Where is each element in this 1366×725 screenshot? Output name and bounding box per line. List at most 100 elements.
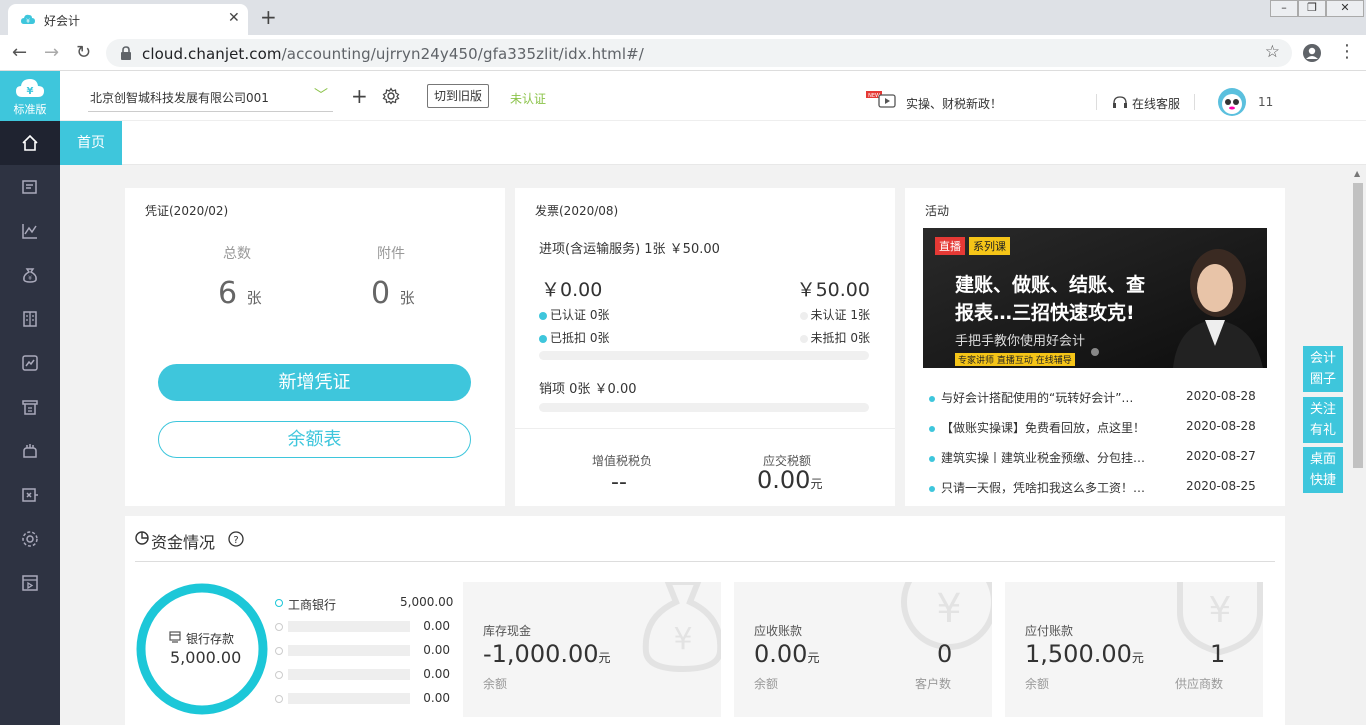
close-window-button[interactable]: ✕ — [1326, 0, 1364, 17]
activity-item[interactable]: 建筑实操丨建筑业税金预缴、分包挂… — [929, 449, 1145, 466]
customer-count: 0 — [937, 640, 953, 668]
sidebar-item-chart[interactable] — [0, 209, 60, 253]
total-label: 总数 — [223, 246, 251, 262]
edition-label: 标准版 — [13, 103, 47, 116]
browser-tab[interactable]: ¥ 好会计 ✕ — [8, 4, 248, 35]
tab-home[interactable]: 首页 — [60, 121, 122, 165]
cash-sub: 余额 — [483, 677, 508, 691]
cash-box[interactable]: ¥ 库存现金 -1,000.00元 余额 — [463, 582, 721, 717]
company-select[interactable]: 北京创智城科技发展有限公司001 — [90, 89, 269, 106]
activity-date: 2020-08-28 — [1186, 389, 1256, 403]
help-icon[interactable]: ? — [228, 531, 244, 547]
message-count[interactable]: 11 — [1258, 95, 1273, 109]
gear-icon[interactable] — [382, 87, 400, 105]
banner-line-1: 建账、做账、结账、查 — [955, 274, 1146, 296]
activity-banner[interactable]: 直播 系列课 建账、做账、结账、查 报表…三招快速攻克! 手把手教你使用好会计 … — [923, 228, 1267, 368]
pie-chart-icon — [135, 531, 149, 545]
activity-item[interactable]: 只请一天假，凭啥扣我这么多工资！… — [929, 479, 1145, 496]
receivable-box[interactable]: ¥ 应收账款 0.00元 余额 0 客户数 — [734, 582, 992, 717]
bookmark-star-icon[interactable]: ☆ — [1265, 42, 1280, 62]
sidebar-item-import[interactable] — [0, 473, 60, 517]
banner-tag-2: 系列课 — [969, 237, 1010, 255]
banner-line-2: 报表…三招快速攻克! — [955, 302, 1135, 324]
reload-icon[interactable]: ↻ — [76, 42, 91, 63]
divider — [515, 428, 895, 429]
bank-value: 0.00 — [423, 643, 450, 657]
url-field[interactable]: cloud.chanjet.com/accounting/ujrryn24y45… — [106, 39, 1292, 67]
add-company-icon[interactable]: + — [351, 84, 368, 108]
chevron-down-icon[interactable]: ﹀ — [314, 85, 328, 105]
avatar[interactable] — [1216, 87, 1248, 117]
divider — [1096, 94, 1097, 110]
svg-text:¥: ¥ — [673, 622, 692, 657]
import-icon — [22, 488, 38, 502]
bank-name-placeholder — [288, 693, 410, 704]
profile-icon[interactable] — [1302, 43, 1322, 63]
bank-name[interactable]: 工商银行 — [288, 596, 336, 613]
svg-text:NEW: NEW — [868, 93, 880, 99]
receivable-label: 应收账款 — [754, 624, 803, 638]
balance-sheet-button[interactable]: 余额表 — [158, 421, 471, 458]
switch-old-version-button[interactable]: 切到旧版 — [427, 84, 490, 108]
scrollbar[interactable]: ▲ — [1350, 165, 1366, 725]
sidebar-item-salary[interactable] — [0, 429, 60, 473]
bank-name-placeholder — [288, 669, 410, 680]
new-voucher-button[interactable]: 新增凭证 — [158, 364, 471, 401]
tab-close-icon[interactable]: ✕ — [228, 10, 240, 26]
bank-name-placeholder — [288, 645, 410, 656]
ledger-icon — [23, 311, 37, 327]
sidebar-item-voucher[interactable] — [0, 165, 60, 209]
attachment-label: 附件 — [377, 246, 405, 262]
auth-status[interactable]: 未认证 — [510, 90, 546, 107]
output-invoice-line[interactable]: 销项 0张 ￥0.00 — [539, 378, 636, 397]
desktop-shortcut-button[interactable]: 桌面 快捷 — [1303, 447, 1343, 493]
sidebar-item-money[interactable]: ¥ — [0, 253, 60, 297]
tab-title: 好会计 — [44, 14, 81, 28]
news-ticker[interactable]: 实操、财税新政！ — [906, 95, 1002, 112]
salary-icon — [23, 444, 37, 458]
vat-burden-value: -- — [611, 470, 627, 495]
bank-deposit-total: 5,000.00 — [170, 648, 242, 667]
money-bag-watermark-icon: ¥ — [642, 582, 721, 672]
back-icon[interactable]: ← — [12, 42, 27, 63]
divider — [135, 561, 1275, 562]
follow-gift-button[interactable]: 关注 有礼 — [1303, 397, 1343, 443]
sidebar-item-ledger[interactable] — [0, 297, 60, 341]
input-invoice-line[interactable]: 进项(含运输服务) 1张 ￥50.00 — [539, 238, 720, 257]
company-underline — [88, 111, 333, 112]
headset-icon — [1113, 96, 1127, 108]
media-icon — [22, 575, 38, 591]
total-value[interactable]: 6 张 — [218, 276, 262, 311]
sidebar-item-home[interactable] — [0, 121, 60, 165]
menu-dots-icon[interactable]: ⋮ — [1338, 41, 1356, 62]
home-icon — [22, 134, 38, 151]
sidebar-item-invoice[interactable] — [0, 385, 60, 429]
report-icon — [22, 355, 38, 371]
bank-value: 5,000.00 — [400, 595, 454, 609]
banner-line-3: 手把手教你使用好会计 — [955, 334, 1086, 349]
new-tab-icon[interactable]: + — [260, 5, 277, 29]
scroll-up-icon[interactable]: ▲ — [1354, 169, 1360, 178]
input-amount-right: ￥50.00 — [796, 279, 870, 301]
svg-text:¥: ¥ — [26, 18, 30, 25]
lock-icon — [121, 46, 131, 60]
activity-item[interactable]: 与好会计搭配使用的“玩转好会计”… — [929, 389, 1133, 406]
carousel-dot[interactable] — [1091, 348, 1099, 356]
restore-button[interactable]: ❐ — [1298, 0, 1326, 17]
online-service-link[interactable]: 在线客服 — [1132, 95, 1180, 112]
minimize-button[interactable]: – — [1270, 0, 1298, 17]
payable-box[interactable]: ¥ 应付账款 1,500.00元 余额 1 供应商数 — [1005, 582, 1263, 717]
sidebar-item-media[interactable] — [0, 561, 60, 605]
sidebar: ¥ 标准版 ¥ — [0, 71, 60, 725]
attachment-value[interactable]: 0 张 — [371, 276, 415, 311]
banner-tag: 直播 — [935, 237, 965, 255]
sidebar-item-report[interactable] — [0, 341, 60, 385]
payable-sub: 余额 — [1025, 677, 1050, 691]
sidebar-item-settings[interactable] — [0, 517, 60, 561]
logo[interactable]: ¥ 标准版 — [0, 71, 60, 121]
scrollbar-thumb[interactable] — [1353, 183, 1363, 468]
accounting-circle-button[interactable]: 会计 圈子 — [1303, 346, 1343, 392]
svg-text:¥: ¥ — [27, 86, 34, 97]
activity-item[interactable]: 【做账实操课】免费看回放，点这里！ — [929, 419, 1145, 436]
forward-icon[interactable]: → — [44, 42, 59, 63]
